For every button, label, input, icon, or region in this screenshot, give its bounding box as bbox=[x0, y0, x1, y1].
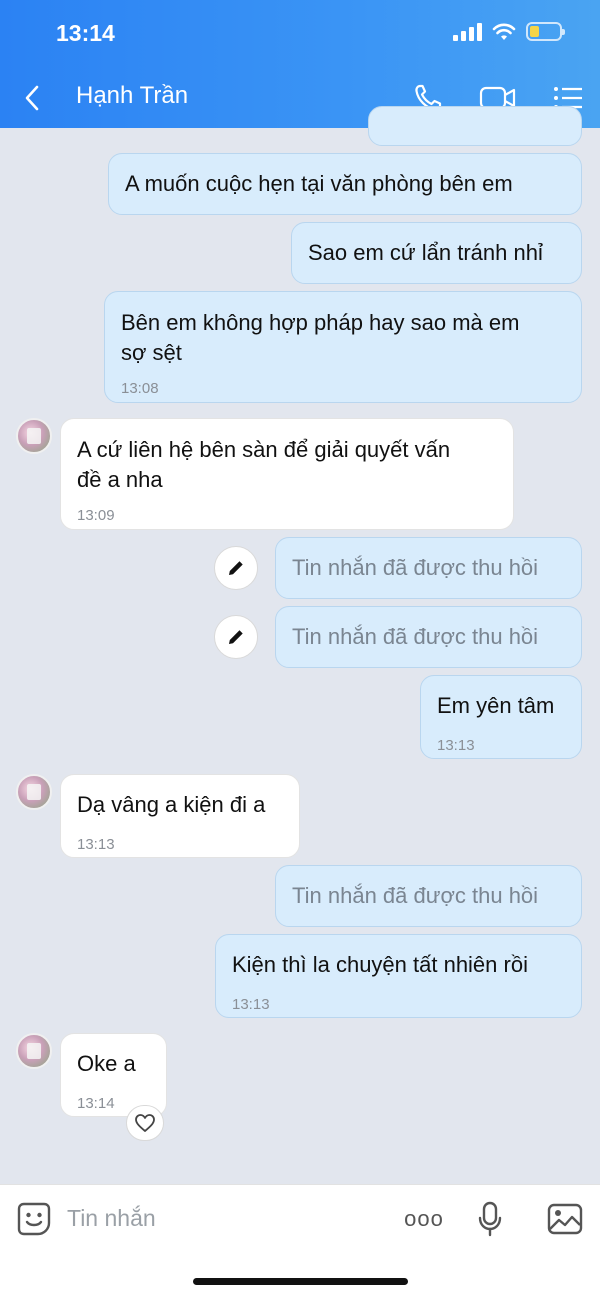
avatar[interactable] bbox=[16, 418, 52, 454]
message-text: Sao em cứ lẩn tránh nhỉ bbox=[308, 240, 543, 265]
voice-button[interactable] bbox=[470, 1199, 510, 1239]
signal-icon bbox=[453, 22, 482, 41]
message-bubble[interactable]: A muốn cuộc hẹn tại văn phòng bên em bbox=[108, 153, 582, 215]
avatar[interactable] bbox=[16, 774, 52, 810]
message-input[interactable]: Tin nhắn bbox=[67, 1205, 156, 1232]
message-text: Em yên tâm bbox=[437, 693, 555, 718]
message-bubble[interactable]: Em yên tâm 13:13 bbox=[420, 675, 582, 759]
message-time: 13:08 bbox=[121, 380, 159, 397]
microphone-icon bbox=[478, 1201, 502, 1237]
recalled-message-text: Tin nhắn đã được thu hồi bbox=[292, 883, 539, 908]
image-icon bbox=[547, 1203, 583, 1235]
sticker-button[interactable] bbox=[14, 1199, 54, 1239]
edit-button[interactable] bbox=[214, 546, 258, 590]
recalled-message-bubble[interactable]: Tin nhắn đã được thu hồi bbox=[275, 537, 582, 599]
message-bubble-partial[interactable] bbox=[368, 106, 582, 146]
message-bubble[interactable]: Bên em không hợp pháp hay sao mà em sợ s… bbox=[104, 291, 582, 403]
recalled-message-text: Tin nhắn đã được thu hồi bbox=[292, 624, 539, 649]
message-text: A cứ liên hệ bên sàn để giải quyết vấn bbox=[77, 437, 451, 462]
message-text: Kiện thì la chuyện tất nhiên rồi bbox=[232, 952, 528, 977]
contact-name[interactable]: Hạnh Trần bbox=[76, 82, 188, 110]
message-text: sợ sệt bbox=[121, 340, 182, 365]
message-bubble[interactable]: Kiện thì la chuyện tất nhiên rồi 13:13 bbox=[215, 934, 582, 1018]
recalled-message-bubble[interactable]: Tin nhắn đã được thu hồi bbox=[275, 606, 582, 668]
message-text: Bên em không hợp pháp hay sao mà em bbox=[121, 310, 520, 335]
recalled-message-bubble[interactable]: Tin nhắn đã được thu hồi bbox=[275, 865, 582, 927]
heart-icon bbox=[135, 1114, 155, 1132]
message-time: 13:13 bbox=[232, 996, 270, 1013]
pencil-icon bbox=[229, 561, 243, 575]
chevron-left-icon bbox=[25, 85, 39, 111]
message-text: A muốn cuộc hẹn tại văn phòng bên em bbox=[125, 171, 513, 196]
message-bubble[interactable]: Sao em cứ lẩn tránh nhỉ bbox=[291, 222, 582, 284]
recalled-message-text: Tin nhắn đã được thu hồi bbox=[292, 555, 539, 580]
message-bubble[interactable]: Oke a 13:14 bbox=[60, 1033, 167, 1117]
status-time: 13:14 bbox=[56, 20, 115, 46]
image-button[interactable] bbox=[545, 1199, 585, 1239]
more-icon: ooo bbox=[404, 1206, 444, 1231]
message-time: 13:09 bbox=[77, 507, 115, 524]
message-time: 13:14 bbox=[77, 1095, 115, 1112]
battery-icon bbox=[526, 22, 565, 41]
react-button[interactable] bbox=[126, 1105, 164, 1141]
status-icons bbox=[453, 22, 565, 41]
message-time: 13:13 bbox=[77, 836, 115, 853]
avatar[interactable] bbox=[16, 1033, 52, 1069]
pencil-icon bbox=[229, 630, 243, 644]
more-button[interactable]: ooo bbox=[404, 1199, 444, 1239]
message-text: đề a nha bbox=[77, 467, 163, 492]
wifi-icon bbox=[492, 23, 516, 40]
message-text: Dạ vâng a kiện đi a bbox=[77, 792, 266, 817]
message-bubble[interactable]: Dạ vâng a kiện đi a 13:13 bbox=[60, 774, 300, 858]
home-indicator[interactable] bbox=[193, 1278, 408, 1285]
message-bubble[interactable]: A cứ liên hệ bên sàn để giải quyết vấn đ… bbox=[60, 418, 514, 530]
sticker-icon bbox=[17, 1202, 51, 1236]
message-time: 13:13 bbox=[437, 737, 475, 754]
edit-button[interactable] bbox=[214, 615, 258, 659]
message-text: Oke a bbox=[77, 1051, 136, 1076]
back-button[interactable] bbox=[14, 80, 50, 116]
